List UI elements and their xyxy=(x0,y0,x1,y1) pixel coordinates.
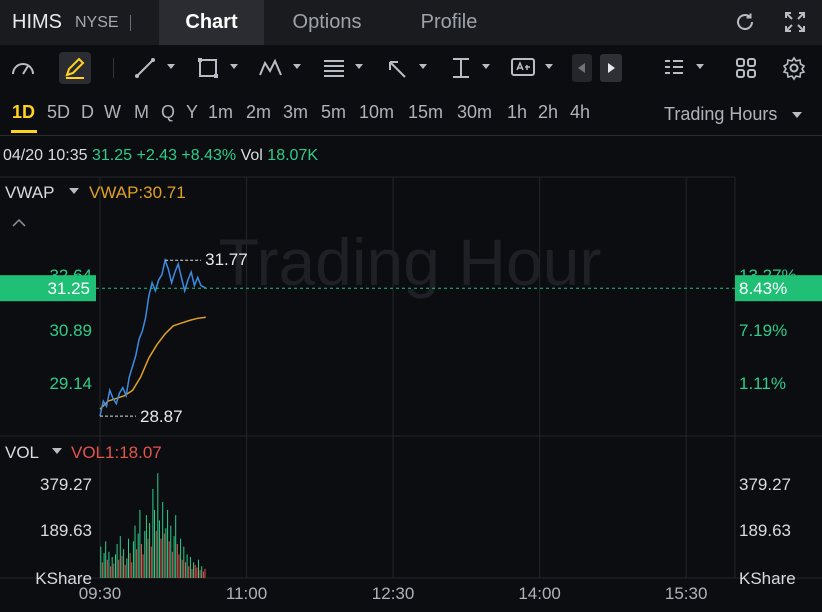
volume-bar xyxy=(154,509,155,578)
high-label: 31.77 xyxy=(205,250,248,269)
volume-bar xyxy=(147,538,149,578)
volume-bar xyxy=(105,541,107,578)
time-tick: 11:00 xyxy=(226,584,267,603)
time-tick: 15:30 xyxy=(665,584,708,603)
pct-tick-hidden: 7.19% xyxy=(739,321,787,340)
volume-bar xyxy=(103,553,105,578)
volume-bar xyxy=(145,515,147,578)
volume-tick: 189.63 xyxy=(739,521,791,540)
volume-bar xyxy=(123,549,125,578)
volume-bar xyxy=(181,559,183,578)
volume-bar xyxy=(144,530,146,578)
current-price-value: 31.25 xyxy=(47,279,90,298)
vwap-line xyxy=(99,316,206,410)
volume-bar xyxy=(115,554,116,578)
volume-bar xyxy=(185,562,186,578)
volume-bar xyxy=(134,525,136,578)
volume-bar xyxy=(131,562,133,578)
volume-bar xyxy=(119,536,121,578)
volume-tick: 379.27 xyxy=(40,475,92,494)
volume-bar xyxy=(155,530,157,578)
volume-bar xyxy=(110,566,112,578)
volume-bar xyxy=(199,570,201,578)
volume-bar xyxy=(142,554,144,578)
volume-bar xyxy=(176,544,178,578)
volume-bar xyxy=(128,538,129,578)
volume-bar xyxy=(167,509,169,578)
volume-bar xyxy=(193,562,195,578)
low-label: 28.87 xyxy=(140,407,183,426)
price-indicator-name[interactable]: VWAP xyxy=(5,183,54,202)
volume-bar xyxy=(129,553,131,578)
volume-tick: 189.63 xyxy=(40,521,92,540)
volume-bar xyxy=(171,551,173,578)
volume-bar xyxy=(116,544,118,578)
time-tick: 12:30 xyxy=(372,584,415,603)
volume-unit: KShare xyxy=(739,569,796,588)
volume-bar xyxy=(149,523,151,578)
volume-bar xyxy=(165,528,167,578)
volume-bar xyxy=(136,549,138,578)
volume-bar xyxy=(178,554,180,578)
volume-bar xyxy=(139,509,141,578)
volume-bar xyxy=(186,554,188,578)
volume-bar xyxy=(173,536,175,578)
volume-bar xyxy=(194,564,196,578)
volume-bar xyxy=(175,515,177,578)
volume-bar xyxy=(183,546,185,578)
volume-bar xyxy=(141,544,142,578)
collapse-icon[interactable] xyxy=(12,218,26,227)
time-axis: 09:30 11:00 12:30 14:00 15:30 xyxy=(79,584,708,603)
chevron-down-icon[interactable] xyxy=(52,448,62,454)
volume-bar xyxy=(132,541,134,578)
volume-bar xyxy=(196,567,198,578)
volume-bar xyxy=(202,571,204,578)
volume-bar xyxy=(188,566,190,578)
volume-bar xyxy=(118,559,120,578)
volume-bar xyxy=(100,546,102,578)
volume-bar xyxy=(152,489,154,578)
time-tick: 14:00 xyxy=(518,584,561,603)
current-pct-value: 8.43% xyxy=(739,279,787,298)
volume-bar xyxy=(101,562,103,578)
volume-bar xyxy=(201,566,203,578)
volume-bar xyxy=(106,559,108,578)
volume-indicator-name[interactable]: VOL xyxy=(5,443,39,462)
volume-bar xyxy=(198,559,199,578)
volume-bar xyxy=(111,557,113,578)
volume-bar xyxy=(121,555,123,578)
chevron-down-icon[interactable] xyxy=(69,188,79,194)
volume-bar xyxy=(124,564,126,578)
volume-bar xyxy=(170,525,172,578)
volume-bar xyxy=(191,568,193,578)
time-tick: 09:30 xyxy=(79,584,122,603)
price-tick: 29.14 xyxy=(49,374,92,393)
volume-bar xyxy=(113,563,115,578)
volume-bar xyxy=(180,538,182,578)
volume-bar xyxy=(168,541,170,578)
pct-tick: 1.11% xyxy=(739,374,786,393)
volume-bar xyxy=(163,533,165,578)
chart-canvas[interactable]: Trading Hour VWAP VWAP:30.71 32.64 30.89… xyxy=(0,0,822,612)
price-line xyxy=(99,257,207,417)
volume-bar xyxy=(137,533,139,578)
volume-bar xyxy=(160,538,162,578)
volume-bar xyxy=(157,473,159,578)
volume-bars xyxy=(100,473,206,578)
volume-bar xyxy=(150,546,152,578)
volume-bar xyxy=(204,568,206,578)
volume-bar xyxy=(108,551,110,578)
volume-value: VOL1:18.07 xyxy=(71,443,162,462)
volume-bar xyxy=(189,557,191,578)
volume-bar xyxy=(158,520,160,578)
volume-bar xyxy=(126,558,128,578)
volume-tick: 379.27 xyxy=(739,475,791,494)
vwap-value: VWAP:30.71 xyxy=(89,183,186,202)
volume-bar xyxy=(162,502,164,578)
price-tick-hidden: 30.89 xyxy=(49,321,92,340)
